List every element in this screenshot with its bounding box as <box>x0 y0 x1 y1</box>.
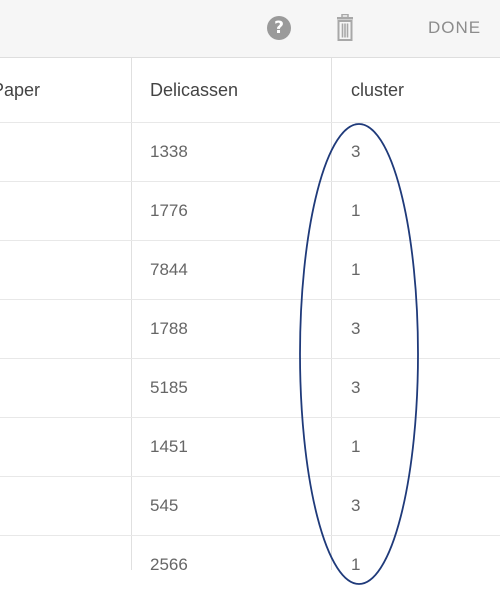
paper-cell[interactable] <box>0 359 131 417</box>
cluster-cell[interactable]: 3 <box>331 359 500 417</box>
delicassen-cell[interactable]: 545 <box>131 477 331 535</box>
table-row[interactable]: 545 3 <box>0 477 500 536</box>
paper-cell[interactable] <box>0 182 131 240</box>
cluster-cell[interactable]: 3 <box>331 300 500 358</box>
column-header-cluster[interactable]: cluster <box>331 58 500 122</box>
data-grid: Paper Delicassen cluster 1338 3 1776 1 7… <box>0 58 500 570</box>
table-row[interactable]: 1451 1 <box>0 418 500 477</box>
cluster-cell[interactable]: 1 <box>331 182 500 240</box>
delicassen-cell[interactable]: 2566 <box>131 536 331 570</box>
cluster-cell[interactable]: 3 <box>331 477 500 535</box>
delicassen-cell[interactable]: 7844 <box>131 241 331 299</box>
paper-cell[interactable] <box>0 418 131 476</box>
cluster-cell[interactable]: 1 <box>331 536 500 570</box>
delicassen-cell[interactable]: 1338 <box>131 123 331 181</box>
paper-cell[interactable] <box>0 536 131 570</box>
table-row[interactable]: 2566 1 <box>0 536 500 570</box>
trash-icon[interactable] <box>335 14 355 42</box>
table-row[interactable]: 5185 3 <box>0 359 500 418</box>
help-icon[interactable]: ? <box>267 16 291 40</box>
table-row[interactable]: 7844 1 <box>0 241 500 300</box>
paper-cell[interactable] <box>0 477 131 535</box>
toolbar: ? DONE <box>0 0 500 58</box>
table-row[interactable]: 1338 3 <box>0 123 500 182</box>
paper-cell[interactable] <box>0 241 131 299</box>
column-header-delicassen[interactable]: Delicassen <box>131 58 331 122</box>
delicassen-cell[interactable]: 1451 <box>131 418 331 476</box>
paper-cell[interactable] <box>0 123 131 181</box>
table-row[interactable]: 1776 1 <box>0 182 500 241</box>
delicassen-cell[interactable]: 1776 <box>131 182 331 240</box>
header-row: Paper Delicassen cluster <box>0 58 500 123</box>
cluster-cell[interactable]: 3 <box>331 123 500 181</box>
done-button[interactable]: DONE <box>420 12 500 44</box>
cluster-cell[interactable]: 1 <box>331 418 500 476</box>
column-header-paper[interactable]: Paper <box>0 58 123 122</box>
paper-cell[interactable] <box>0 300 131 358</box>
cluster-cell[interactable]: 1 <box>331 241 500 299</box>
table-row[interactable]: 1788 3 <box>0 300 500 359</box>
delicassen-cell[interactable]: 1788 <box>131 300 331 358</box>
delicassen-cell[interactable]: 5185 <box>131 359 331 417</box>
